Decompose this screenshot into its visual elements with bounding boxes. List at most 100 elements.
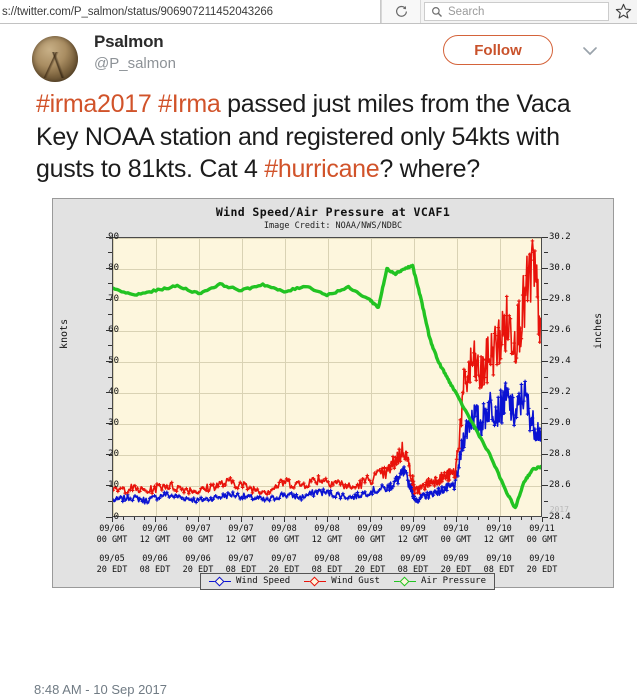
y-tick-mark-left — [106, 236, 112, 238]
chevron-down-icon — [583, 47, 597, 56]
legend-label: Wind Speed — [236, 576, 291, 586]
tweet-text-run: ? where? — [379, 155, 480, 183]
hashtag-link[interactable]: #Irma — [158, 90, 221, 118]
x-minor-tick — [251, 516, 253, 520]
x-tick-mark — [499, 516, 500, 522]
y-tick-label-right: 29.4 — [549, 355, 571, 366]
browser-toolbar: s://twitter.com/P_salmon/status/90690721… — [0, 0, 637, 24]
y-tick-label-left: 90 — [108, 231, 119, 242]
y-minor-tick-right — [544, 314, 548, 316]
y-minor-tick-right — [544, 438, 548, 440]
y-tick-label-left: 10 — [108, 480, 119, 491]
y-minor-tick-right — [544, 345, 548, 347]
y-tick-label-right: 28.6 — [549, 480, 571, 491]
avatar[interactable] — [32, 36, 78, 82]
chart-title: Wind Speed/Air Pressure at VCAF1 — [215, 204, 451, 219]
x-tick-mark — [155, 516, 156, 522]
legend-label: Wind Gust — [331, 576, 380, 586]
more-options-button[interactable] — [579, 42, 601, 60]
x-minor-tick — [337, 516, 339, 520]
x-minor-tick — [359, 516, 361, 520]
plot-area — [112, 236, 542, 517]
reload-icon — [395, 5, 407, 17]
y-tick-label-right: 29.0 — [549, 418, 571, 429]
chart-credit: Image Credit: NOAA/NWS/NDBC — [263, 220, 403, 231]
y-axis-label-left: knots — [59, 318, 70, 349]
y-tick-label-left: 0 — [113, 511, 119, 522]
x-minor-tick — [445, 516, 447, 520]
y-tick-label-left: 30 — [108, 418, 119, 429]
y-tick-label-right: 28.8 — [549, 449, 571, 460]
search-input[interactable]: Search — [424, 2, 609, 21]
x-tick-mark — [327, 516, 328, 522]
x-minor-tick — [434, 516, 436, 520]
legend-marker-icon — [209, 576, 231, 587]
x-tick-mark — [413, 516, 414, 522]
y-tick-mark-right — [542, 298, 548, 300]
y-tick-mark-right — [542, 329, 548, 331]
x-minor-tick — [230, 516, 232, 520]
legend-item: Air Pressure — [393, 576, 486, 587]
y-minor-tick-left — [108, 438, 112, 440]
y-axis-label-right: inches — [593, 312, 604, 349]
tweet-header: Psalmon @P_salmon Follow — [14, 32, 623, 84]
x-minor-tick — [477, 516, 479, 520]
x-minor-tick — [348, 516, 350, 520]
y-minor-tick-right — [544, 283, 548, 285]
y-tick-label-right: 29.8 — [549, 293, 571, 304]
series-wind-gust — [113, 238, 541, 496]
hashtag-link[interactable]: #hurricane — [264, 155, 379, 183]
x-tick-mark — [284, 516, 285, 522]
y-tick-label-right: 30.0 — [549, 262, 571, 273]
bookmark-button[interactable] — [609, 0, 637, 23]
legend-item: Wind Speed — [209, 576, 291, 587]
star-icon — [615, 3, 631, 19]
y-minor-tick-right — [544, 376, 548, 378]
plot-series-svg — [113, 238, 541, 509]
x-minor-tick — [402, 516, 404, 520]
y-tick-label-right: 29.6 — [549, 324, 571, 335]
x-minor-tick — [144, 516, 146, 520]
x-minor-tick — [176, 516, 178, 520]
x-minor-tick — [316, 516, 318, 520]
legend-item: Wind Gust — [304, 576, 380, 587]
x-tick-mark — [456, 516, 457, 522]
display-name[interactable]: Psalmon — [94, 32, 164, 52]
plot-wrapper — [112, 236, 542, 517]
y-tick-mark-right — [542, 392, 548, 394]
x-minor-tick — [133, 516, 135, 520]
x-minor-tick — [531, 516, 533, 520]
x-minor-tick — [262, 516, 264, 520]
x-minor-tick — [165, 516, 167, 520]
x-tick-mark — [542, 516, 543, 522]
address-bar[interactable]: s://twitter.com/P_salmon/status/90690721… — [0, 0, 381, 23]
user-handle[interactable]: @P_salmon — [94, 55, 176, 72]
y-tick-mark-left — [106, 454, 112, 456]
x-minor-tick — [380, 516, 382, 520]
y-tick-label-right: 28.4 — [549, 511, 571, 522]
y-minor-tick-left — [108, 314, 112, 316]
search-placeholder: Search — [448, 5, 485, 18]
y-minor-tick-left — [108, 376, 112, 378]
x-minor-tick — [509, 516, 511, 520]
hashtag-link[interactable]: #irma2017 — [36, 90, 152, 118]
series-air-pressure — [113, 263, 541, 509]
tweet-timestamp: 8:48 AM - 10 Sep 2017 — [34, 682, 167, 697]
x-tick-mark — [241, 516, 242, 522]
legend-marker-icon — [304, 576, 327, 587]
reload-button[interactable] — [381, 0, 421, 23]
x-minor-tick — [488, 516, 490, 520]
follow-button[interactable]: Follow — [443, 35, 553, 65]
y-tick-label-left: 70 — [108, 293, 119, 304]
y-tick-label-right: 29.2 — [549, 387, 571, 398]
tweet-card: Psalmon @P_salmon Follow #irma2017 #Irma… — [0, 24, 637, 697]
y-tick-mark-left — [106, 298, 112, 300]
x-minor-tick — [466, 516, 468, 520]
x-minor-tick — [219, 516, 221, 520]
y-tick-mark-left — [106, 267, 112, 269]
y-tick-label-left: 20 — [108, 449, 119, 460]
url-text: s://twitter.com/P_salmon/status/90690721… — [2, 5, 273, 18]
x-minor-tick — [294, 516, 296, 520]
x-minor-tick — [273, 516, 275, 520]
legend-label: Air Pressure — [420, 576, 486, 586]
